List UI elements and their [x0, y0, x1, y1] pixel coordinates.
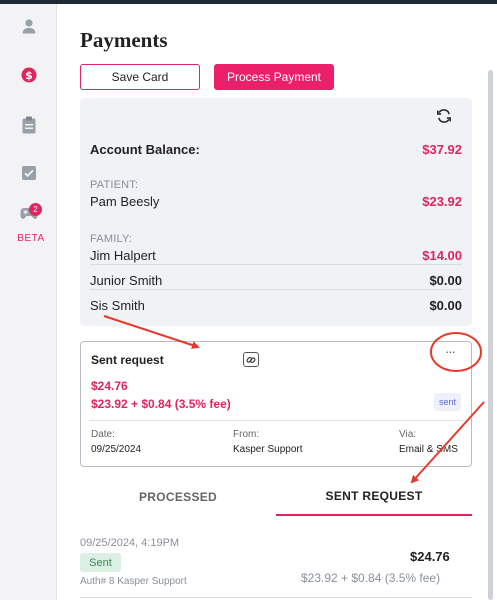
- history-tabs: PROCESSED SENT REQUEST: [80, 478, 472, 516]
- beta-label: BETA: [17, 233, 45, 244]
- checkbox-icon[interactable]: [0, 165, 57, 181]
- scrollbar[interactable]: [488, 70, 493, 600]
- family-divider: [90, 289, 462, 290]
- process-payment-button[interactable]: Process Payment: [214, 64, 334, 90]
- family-amount: $0.00: [429, 298, 462, 313]
- family-label: FAMILY:: [90, 233, 133, 245]
- card-divider: [89, 420, 465, 421]
- transaction-breakdown: $23.92 + $0.84 (3.5% fee): [301, 571, 441, 585]
- sidebar: $ 2 BETA: [0, 4, 57, 600]
- patient-amount: $23.92: [422, 194, 462, 209]
- link-icon[interactable]: [243, 352, 259, 367]
- account-balance-row: Account Balance: $37.92: [90, 142, 462, 157]
- refresh-icon[interactable]: [436, 108, 452, 129]
- page-title: Payments: [80, 28, 168, 52]
- via-value: Email & SMS: [399, 444, 458, 455]
- transaction-status-badge: Sent: [80, 553, 121, 572]
- from-label: From:: [233, 429, 260, 440]
- top-bar: [0, 0, 497, 4]
- family-name: Jim Halpert: [90, 248, 156, 263]
- sent-request-title: Sent request: [91, 353, 164, 367]
- transaction-auth: Auth# 8 Kasper Support: [80, 576, 187, 587]
- patient-name: Pam Beesly: [90, 194, 160, 209]
- more-options-icon[interactable]: ···: [445, 344, 456, 359]
- family-name: Sis Smith: [90, 298, 145, 313]
- family-row: Junior Smith $0.00: [90, 273, 462, 288]
- tab-sent-request[interactable]: SENT REQUEST: [276, 478, 472, 516]
- family-name: Junior Smith: [90, 273, 163, 288]
- date-label: Date:: [91, 429, 115, 440]
- transaction-divider: [80, 597, 472, 598]
- clipboard-icon[interactable]: [0, 116, 57, 134]
- family-row: Jim Halpert $14.00: [90, 248, 462, 263]
- sent-request-card: Sent request ··· $24.76 $23.92 + $0.84 (…: [80, 341, 472, 467]
- family-row: Sis Smith $0.00: [90, 298, 462, 313]
- payments-screen: $ 2 BETA Payments Save Card Process Paym…: [0, 0, 497, 600]
- family-divider: [90, 264, 462, 265]
- patient-row: Pam Beesly $23.92: [90, 194, 462, 209]
- patient-label: PATIENT:: [90, 179, 139, 191]
- family-amount: $14.00: [422, 248, 462, 263]
- status-badge: sent: [434, 393, 461, 411]
- balance-panel: Account Balance: $37.92 PATIENT: Pam Bee…: [80, 98, 472, 326]
- transaction-amount: $24.76: [410, 549, 450, 564]
- request-total: $24.76: [91, 379, 128, 393]
- date-value: 09/25/2024: [91, 444, 142, 455]
- save-card-button[interactable]: Save Card: [80, 64, 200, 90]
- account-balance-amount: $37.92: [422, 142, 462, 157]
- request-breakdown: $23.92 + $0.84 (3.5% fee): [91, 397, 231, 411]
- dollar-icon[interactable]: $: [0, 67, 57, 83]
- notification-badge: 2: [29, 203, 42, 216]
- svg-text:$: $: [25, 69, 33, 82]
- from-value: Kasper Support: [233, 444, 303, 455]
- transaction-datetime: 09/25/2024, 4:19PM: [80, 537, 180, 549]
- via-label: Via:: [399, 429, 417, 440]
- tab-processed[interactable]: PROCESSED: [80, 478, 276, 516]
- person-icon[interactable]: [0, 18, 57, 34]
- account-balance-label: Account Balance:: [90, 142, 200, 157]
- family-amount: $0.00: [429, 273, 462, 288]
